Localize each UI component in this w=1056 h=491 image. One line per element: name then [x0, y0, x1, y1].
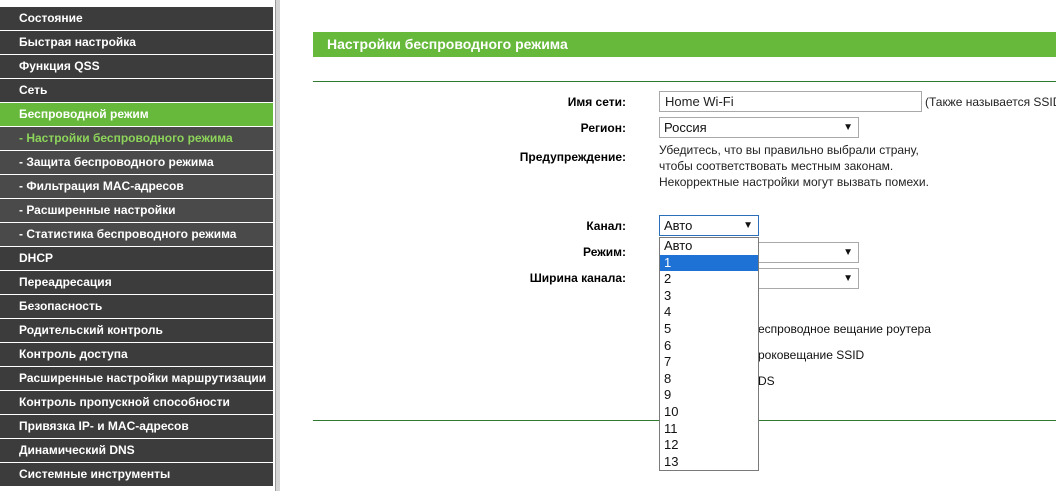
- warning-line: Некорректные настройки могут вызвать пом…: [659, 175, 929, 189]
- channel-width-label: Ширина канала:: [529, 271, 626, 285]
- chevron-down-icon: ▼: [743, 220, 753, 231]
- sidebar-item-advanced-routing[interactable]: Расширенные настройки маршрутизации: [0, 367, 273, 390]
- sidebar-item-network[interactable]: Сеть: [0, 79, 273, 102]
- region-select-value: Россия: [664, 120, 707, 135]
- sidebar-subitem-wireless-security[interactable]: - Защита беспроводного режима: [0, 151, 273, 174]
- sidebar-nav: Состояние Быстрая настройка Функция QSS …: [0, 0, 280, 491]
- channel-option[interactable]: 7: [660, 354, 758, 371]
- page-title: Настройки беспроводного режима: [313, 32, 1056, 57]
- channel-option[interactable]: 6: [660, 338, 758, 355]
- channel-option[interactable]: 5: [660, 321, 758, 338]
- warning-line: Убедитесь, что вы правильно выбрали стра…: [659, 143, 919, 157]
- chevron-down-icon: ▼: [843, 247, 853, 258]
- chevron-down-icon: ▼: [843, 273, 853, 284]
- channel-option[interactable]: Авто: [660, 238, 758, 255]
- top-divider: [313, 81, 1056, 82]
- warning-text: Убедитесь, что вы правильно выбрали стра…: [659, 142, 929, 190]
- channel-option[interactable]: 4: [660, 304, 758, 321]
- region-select[interactable]: Россия ▼: [659, 117, 859, 138]
- channel-dropdown-list[interactable]: Авто 1 2 3 4 5 6 7 8 9 10 11 12 13: [659, 237, 759, 471]
- channel-option[interactable]: 13: [660, 454, 758, 471]
- sidebar-item-system-tools[interactable]: Системные инструменты: [0, 463, 273, 486]
- warning-label: Предупреждение:: [519, 150, 626, 164]
- channel-option[interactable]: 10: [660, 404, 758, 421]
- chevron-down-icon: ▼: [843, 122, 853, 133]
- channel-label: Канал:: [586, 219, 626, 233]
- channel-option[interactable]: 11: [660, 421, 758, 438]
- sidebar-item-forwarding[interactable]: Переадресация: [0, 271, 273, 294]
- sidebar-subitem-statistics[interactable]: - Статистика беспроводного режима: [0, 223, 273, 246]
- sidebar-item-ddns[interactable]: Динамический DNS: [0, 439, 273, 462]
- channel-option-highlighted[interactable]: 1: [660, 254, 758, 272]
- region-label: Регион:: [580, 121, 626, 135]
- main-content: Настройки беспроводного режима Имя сети:…: [280, 0, 1056, 491]
- channel-select[interactable]: Авто ▼: [659, 215, 759, 236]
- channel-option[interactable]: 3: [660, 288, 758, 305]
- sidebar-item-quick-setup[interactable]: Быстрая настройка: [0, 31, 273, 54]
- channel-option[interactable]: 2: [660, 271, 758, 288]
- sidebar-item-qss[interactable]: Функция QSS: [0, 55, 273, 78]
- sidebar-item-parental-control[interactable]: Родительский контроль: [0, 319, 273, 342]
- wds-checkbox-label[interactable]: DS: [758, 374, 775, 388]
- ssid-broadcast-checkbox-label[interactable]: роковещание SSID: [758, 348, 864, 362]
- ssid-note: (Также называется SSID: [925, 95, 1056, 109]
- sidebar-item-dhcp[interactable]: DHCP: [0, 247, 273, 270]
- sidebar-item-ip-mac-binding[interactable]: Привязка IP- и MAC-адресов: [0, 415, 273, 438]
- channel-option[interactable]: 12: [660, 437, 758, 454]
- sidebar-item-access-control[interactable]: Контроль доступа: [0, 343, 273, 366]
- channel-select-value: Авто: [664, 218, 693, 233]
- ssid-label: Имя сети:: [567, 95, 626, 109]
- sidebar-subitem-mac-filtering[interactable]: - Фильтрация MAC-адресов: [0, 175, 273, 198]
- ssid-input[interactable]: Home Wi-Fi: [659, 91, 922, 112]
- sidebar-item-status[interactable]: Состояние: [0, 7, 273, 30]
- sidebar-subitem-wireless-settings[interactable]: - Настройки беспроводного режима: [0, 127, 273, 150]
- sidebar-item-bandwidth-control[interactable]: Контроль пропускной способности: [0, 391, 273, 414]
- sidebar-subitem-advanced[interactable]: - Расширенные настройки: [0, 199, 273, 222]
- sidebar-item-wireless[interactable]: Беспроводной режим: [0, 103, 273, 126]
- sidebar-item-security[interactable]: Безопасность: [0, 295, 273, 318]
- channel-option[interactable]: 8: [660, 371, 758, 388]
- channel-option[interactable]: 9: [660, 387, 758, 404]
- mode-label: Режим:: [583, 245, 626, 259]
- warning-line: чтобы соответствовать местным законам.: [659, 159, 894, 173]
- broadcast-checkbox-label[interactable]: еспроводное вещание роутера: [758, 322, 931, 336]
